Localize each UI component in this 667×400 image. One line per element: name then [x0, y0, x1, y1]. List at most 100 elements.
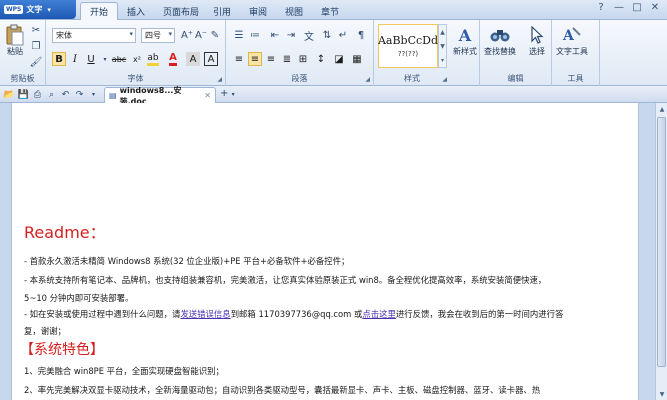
line-spacing-icon[interactable]: ↕ — [314, 52, 328, 66]
send-error-link[interactable]: 发送错误信息 — [180, 309, 230, 319]
format-painter-icon[interactable]: 🖌 — [29, 55, 43, 69]
open-folder-icon[interactable]: 📂 — [3, 88, 16, 101]
text-tools-button[interactable]: A 文字工具 — [556, 24, 588, 57]
decrease-indent-icon[interactable]: ⇤ — [268, 28, 282, 42]
vertical-scrollbar[interactable]: ▲ ▼ — [655, 103, 667, 400]
scrollbar-thumb[interactable] — [657, 117, 666, 367]
undo-icon[interactable]: ↶ — [59, 88, 72, 101]
chevron-down-icon[interactable]: ▾ — [98, 52, 112, 66]
doc-line: 5~10 分钟内即可安装部署。 — [24, 293, 134, 303]
bullets-icon[interactable]: ☰ — [232, 28, 246, 42]
align-right-icon[interactable]: ≡ — [264, 52, 278, 66]
print-icon[interactable]: ⎙ — [31, 88, 44, 101]
font-color-button[interactable]: A — [166, 52, 180, 66]
styles-dialog-launcher-icon[interactable]: ◢ — [442, 76, 447, 83]
increase-indent-icon[interactable]: ⇥ — [284, 28, 298, 42]
chevron-down-icon: ▾ — [47, 5, 51, 14]
tab-view[interactable]: 视图 — [276, 2, 312, 20]
underline-button[interactable]: U — [84, 52, 98, 66]
ribbon-tab-bar: WPS 文字 ▾ 开始 插入 页面布局 引用 审阅 视图 章节 ? — □ ✕ — [0, 0, 667, 20]
show-marks-icon[interactable]: ↵ — [336, 28, 350, 42]
font-name-select[interactable]: 宋体 ▾ — [52, 28, 136, 43]
borders-icon[interactable]: ▦ — [350, 52, 364, 66]
scroll-up-icon[interactable]: ▲ — [656, 103, 667, 115]
select-button[interactable]: 选择 — [526, 24, 548, 57]
wps-menu-button[interactable]: WPS 文字 ▾ — [0, 0, 76, 19]
doc-line: 2、率先完美解决双显卡驱动技术，全新海量驱动包；自动识别各类驱动型号，囊括最新显… — [24, 385, 541, 395]
minimize-icon[interactable]: — — [613, 2, 625, 13]
char-shading-button[interactable]: A — [186, 52, 200, 66]
new-tab-button[interactable]: + ▾ — [220, 88, 235, 99]
new-style-button[interactable]: A 新样式 — [450, 24, 480, 57]
ribbon-home: 粘贴 ✂ ❐ 🖌 剪贴板 宋体 ▾ 四号 ▾ A⁺ A⁻ ✎ B I U ▾ abc… — [0, 20, 667, 86]
align-center-icon[interactable]: ≡ — [248, 52, 262, 66]
italic-button[interactable]: I — [68, 52, 82, 66]
copy-icon[interactable]: ❐ — [29, 39, 43, 53]
new-style-group: A 新样式 — [450, 20, 480, 86]
bold-button[interactable]: B — [52, 52, 66, 66]
chinese-layout-icon[interactable]: 文 — [302, 28, 316, 43]
readme-heading: Readme： — [24, 223, 106, 242]
pilcrow-icon[interactable]: ¶ — [354, 28, 368, 42]
cut-icon[interactable]: ✂ — [29, 23, 43, 37]
window-controls: ? — □ ✕ — [595, 2, 661, 13]
quick-access-toolbar: 📂 💾 ⎙ ⌕ ↶ ↷ ▾ ▤ windows8...安装.doc ✕ + ▾ — [0, 86, 667, 106]
click-here-link[interactable]: 点击这里 — [362, 309, 396, 319]
doc-file-icon: ▤ — [109, 91, 117, 100]
help-icon[interactable]: ? — [595, 2, 607, 13]
doc-line: - 首款永久激活未精简 Windows8 系统(32 位企业版)+PE 平台+必… — [24, 256, 350, 266]
clipboard-group-label: 剪贴板 — [10, 74, 35, 83]
font-group-label: 字体 — [127, 74, 144, 83]
paragraph-dialog-launcher-icon[interactable]: ◢ — [365, 76, 370, 83]
tab-chapter[interactable]: 章节 — [312, 2, 348, 20]
paste-icon — [4, 24, 26, 46]
font-dialog-launcher-icon[interactable]: ◢ — [217, 76, 222, 83]
styles-group-label: 样式 — [404, 74, 420, 83]
justify-icon[interactable]: ≣ — [280, 52, 294, 66]
save-icon[interactable]: 💾 — [17, 88, 30, 101]
tools-group-label: 工具 — [567, 74, 584, 83]
distributed-icon[interactable]: ⊞ — [296, 52, 310, 66]
doc-line: 1、完美融合 win8PE 平台，全面实现硬盘智能识别； — [24, 366, 224, 376]
chevron-down-icon: ▾ — [231, 91, 235, 98]
paragraph-group: ☰ ≔ ⇤ ⇥ 文 ⇅ ↵ ¶ ≡ ≡ ≡ ≣ ⊞ ↕ ◪ ▦ 段落 ◢ — [226, 20, 374, 86]
numbering-icon[interactable]: ≔ — [248, 28, 262, 42]
font-size-select[interactable]: 四号 ▾ — [141, 28, 175, 43]
tab-page-layout[interactable]: 页面布局 — [154, 2, 208, 20]
doc-line: - 本系统支持所有笔记本、品牌机，也支持组装兼容机，完美激活，让您真实体验原装正… — [24, 275, 547, 285]
redo-icon[interactable]: ↷ — [73, 88, 86, 101]
paragraph-group-label: 段落 — [291, 74, 308, 83]
char-border-button[interactable]: A — [204, 52, 218, 66]
shrink-font-icon[interactable]: A⁻ — [194, 28, 208, 42]
paste-button[interactable]: 粘贴 — [4, 24, 26, 57]
tab-review[interactable]: 审阅 — [240, 2, 276, 20]
editing-group: 查找替换 选择 编辑 — [480, 20, 552, 86]
align-left-icon[interactable]: ≡ — [232, 52, 246, 66]
print-preview-icon[interactable]: ⌕ — [45, 88, 58, 101]
tab-references[interactable]: 引用 — [204, 2, 240, 20]
find-replace-button[interactable]: 查找替换 — [484, 24, 516, 57]
document-page[interactable]: Readme： - 首款永久激活未精简 Windows8 系统(32 位企业版)… — [11, 103, 639, 400]
close-icon[interactable]: ✕ — [204, 91, 211, 100]
features-heading: 【系统特色】 — [20, 342, 104, 358]
strikethrough-button[interactable]: abc — [112, 52, 126, 66]
chevron-down-icon: ▾ — [129, 30, 133, 38]
cursor-icon — [526, 24, 548, 46]
document-tab[interactable]: ▤ windows8...安装.doc ✕ — [104, 86, 216, 106]
new-style-icon: A — [458, 25, 472, 45]
chevron-down-icon[interactable]: ▾ — [87, 88, 100, 101]
tab-insert[interactable]: 插入 — [118, 2, 154, 20]
maximize-icon[interactable]: □ — [631, 2, 643, 13]
shading-icon[interactable]: ◪ — [332, 52, 346, 66]
tab-home[interactable]: 开始 — [80, 2, 119, 20]
app-title: 文字 — [26, 5, 43, 14]
sort-icon[interactable]: ⇅ — [320, 28, 334, 42]
clear-format-icon[interactable]: ✎ — [208, 28, 222, 42]
superscript-button[interactable]: x² — [130, 52, 144, 66]
scroll-down-icon[interactable]: ▼ — [656, 388, 667, 400]
close-icon[interactable]: ✕ — [649, 2, 661, 13]
highlight-button[interactable]: ab — [146, 52, 160, 66]
document-workspace: Readme： - 首款永久激活未精简 Windows8 系统(32 位企业版)… — [0, 103, 655, 400]
grow-font-icon[interactable]: A⁺ — [180, 28, 194, 42]
tools-group: A 文字工具 工具 — [552, 20, 600, 86]
